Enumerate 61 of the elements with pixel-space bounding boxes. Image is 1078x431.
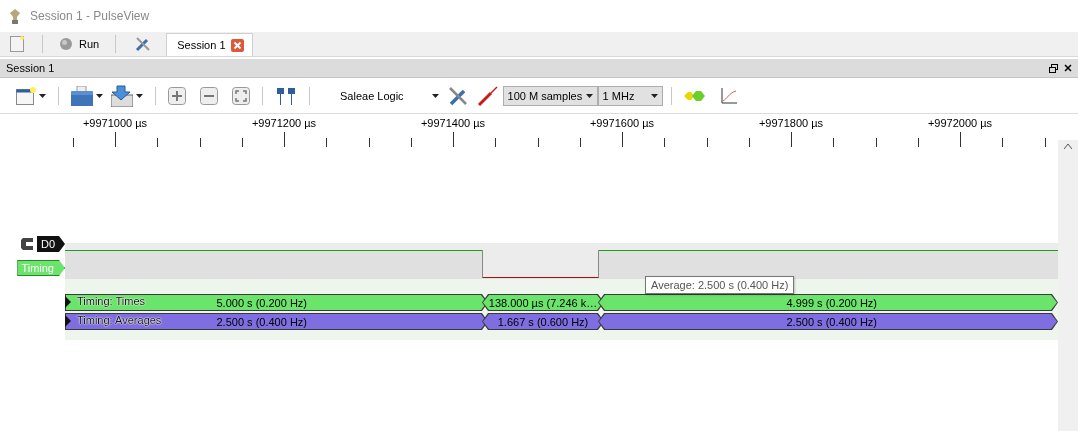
device-selector[interactable]: Saleae Logic bbox=[318, 82, 443, 109]
ruler-tick bbox=[241, 138, 243, 147]
ruler-label: +9972000 µs bbox=[927, 117, 993, 129]
ruler-tick bbox=[791, 132, 792, 147]
ruler-tick bbox=[410, 138, 412, 147]
caret-icon bbox=[650, 93, 658, 98]
annotation: 4.999 s (0.200 Hz) bbox=[598, 294, 1058, 311]
caret-icon bbox=[39, 93, 46, 98]
app-icon bbox=[8, 7, 22, 25]
ruler-tick bbox=[748, 138, 750, 147]
session-tab[interactable]: Session 1 bbox=[166, 33, 253, 56]
ruler-tick bbox=[284, 132, 285, 147]
ruler-tick bbox=[326, 138, 328, 147]
panel-title: Session 1 bbox=[6, 62, 55, 74]
page-icon bbox=[10, 36, 24, 52]
ruler-tick bbox=[833, 138, 835, 147]
scrollbar[interactable] bbox=[1058, 140, 1078, 431]
ruler-tick bbox=[875, 138, 877, 147]
ruler-tick bbox=[115, 132, 116, 147]
annotation: 2.500 s (0.400 Hz) bbox=[598, 313, 1058, 330]
ruler-label: +9971400 µs bbox=[420, 117, 486, 129]
caret-icon bbox=[585, 93, 593, 98]
run-button[interactable]: Run bbox=[57, 33, 102, 55]
rate-dropdown[interactable]: 1 MHz bbox=[597, 85, 663, 106]
ruler-tick bbox=[537, 138, 539, 147]
ruler-tick bbox=[199, 138, 201, 147]
tooltip: Average: 2.500 s (0.400 Hz) bbox=[645, 276, 795, 294]
ruler-tick bbox=[453, 132, 454, 147]
ruler-tick bbox=[495, 138, 497, 147]
ruler-tick bbox=[157, 138, 159, 147]
ball-icon bbox=[59, 37, 73, 51]
ruler-tick bbox=[1044, 138, 1046, 147]
ruler-label: +9971200 µs bbox=[251, 117, 317, 129]
channel-icon bbox=[20, 238, 33, 250]
float-icon[interactable] bbox=[1049, 63, 1058, 73]
ruler-tick bbox=[72, 138, 74, 147]
caret-icon bbox=[136, 93, 143, 98]
ruler-tick bbox=[706, 138, 708, 147]
ruler-label: +9971000 µs bbox=[82, 117, 148, 129]
ruler-tick bbox=[622, 132, 623, 147]
caret-icon bbox=[96, 93, 103, 98]
ruler-label: +9971600 µs bbox=[589, 117, 655, 129]
row-marker-icon bbox=[65, 315, 71, 327]
window-title: Session 1 - PulseView bbox=[30, 9, 150, 23]
row-label: Timing: Averages bbox=[77, 314, 162, 326]
row-label: Timing: Times bbox=[77, 295, 146, 307]
row-marker-icon bbox=[65, 296, 71, 308]
window-icon bbox=[16, 86, 36, 105]
ruler-tick bbox=[368, 138, 370, 147]
ruler-tick bbox=[917, 138, 919, 147]
caret-icon bbox=[431, 93, 439, 98]
ruler-tick bbox=[960, 132, 961, 147]
flags-icon bbox=[275, 85, 297, 106]
ruler-tick bbox=[1002, 138, 1004, 147]
close-icon[interactable] bbox=[1064, 64, 1072, 72]
channel-label[interactable]: D0 bbox=[36, 236, 65, 252]
ruler-label: +9971800 µs bbox=[758, 117, 824, 129]
ruler-tick bbox=[579, 138, 581, 147]
samples-dropdown[interactable]: 100 M samples bbox=[502, 85, 598, 106]
ruler-tick bbox=[664, 138, 666, 147]
scroll-up-icon[interactable] bbox=[1064, 144, 1072, 149]
